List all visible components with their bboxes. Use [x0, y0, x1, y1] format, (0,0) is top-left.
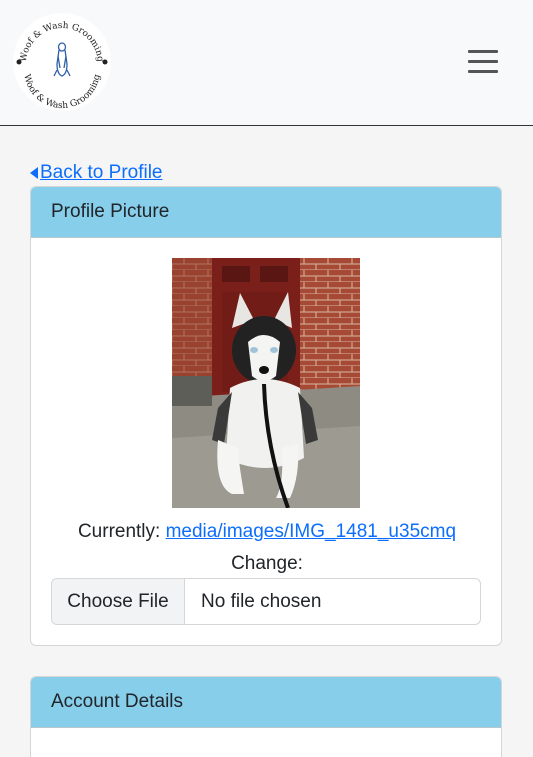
profile-picture-card: Profile Picture Currently: media/images/…	[30, 186, 502, 646]
account-details-card: Account Details	[30, 676, 502, 757]
file-input[interactable]: Choose File No file chosen	[51, 578, 481, 625]
brand-logo[interactable]: Woof & Wash Grooming Woof & Wash Groomin…	[12, 12, 112, 112]
caret-left-icon	[30, 167, 38, 179]
back-to-profile-link[interactable]: Back to Profile	[30, 160, 163, 186]
choose-file-button[interactable]: Choose File	[52, 579, 185, 624]
profile-photo	[172, 258, 360, 508]
file-status-text: No file chosen	[201, 590, 322, 612]
hamburger-icon	[468, 50, 498, 53]
current-file-line: Currently: media/images/IMG_1481_u35cmq	[31, 521, 501, 543]
card-header-account-details: Account Details	[31, 677, 501, 728]
menu-toggle-button[interactable]	[462, 43, 504, 81]
change-label: Change:	[231, 553, 303, 574]
current-file-link[interactable]: media/images/IMG_1481_u35cmq	[166, 521, 456, 542]
card-header-profile-picture: Profile Picture	[31, 187, 501, 238]
currently-label: Currently:	[77, 521, 161, 542]
back-link-label: Back to Profile	[40, 162, 163, 183]
navbar: Woof & Wash Grooming Woof & Wash Groomin…	[0, 0, 533, 126]
